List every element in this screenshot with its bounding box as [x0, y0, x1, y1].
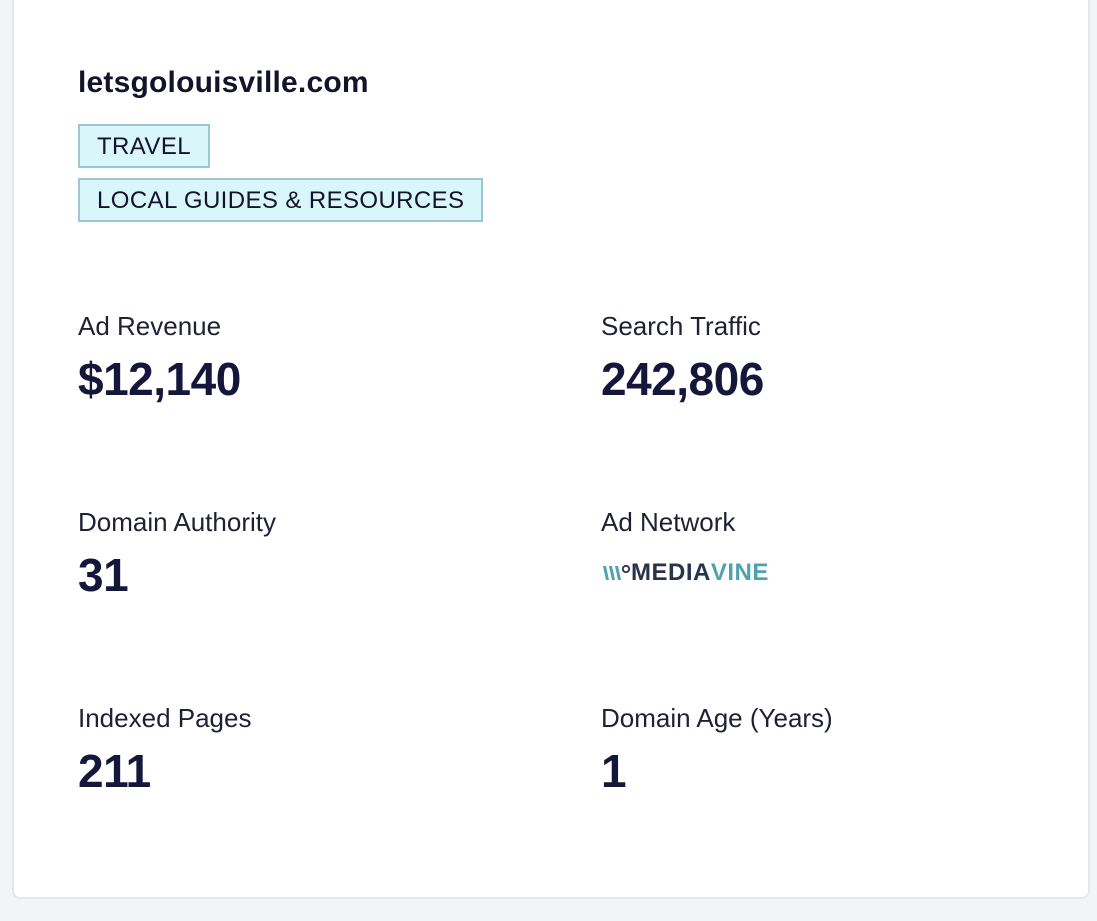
mediavine-logo-text-vine: VINE	[710, 559, 769, 586]
ad-revenue-label: Ad Revenue	[78, 311, 222, 341]
indexed-pages-value: 211	[78, 745, 151, 797]
search-traffic-value: 242,806	[601, 353, 764, 405]
search-traffic-label: Search Traffic	[601, 311, 761, 341]
domain-title[interactable]: letsgolouisville.com	[78, 66, 369, 100]
domain-authority-value: 31	[78, 549, 129, 601]
indexed-pages-label: Indexed Pages	[78, 703, 252, 733]
domain-age-label: Domain Age (Years)	[601, 703, 833, 733]
mediavine-logo-text-media: MEDIA	[631, 559, 711, 586]
domain-authority-label: Domain Authority	[78, 507, 276, 537]
domain-age-value: 1	[601, 745, 627, 797]
ad-revenue-value: $12,140	[78, 353, 241, 405]
ad-network-label: Ad Network	[601, 507, 736, 537]
mediavine-logo-icon	[603, 564, 631, 580]
tag-travel[interactable]: TRAVEL	[78, 124, 210, 168]
tag-local-guides[interactable]: LOCAL GUIDES & RESOURCES	[78, 178, 484, 222]
listing-card: letsgolouisville.com TRAVEL LOCAL GUIDES…	[12, 0, 1090, 899]
mediavine-logo: MEDIA VINE	[601, 560, 769, 586]
